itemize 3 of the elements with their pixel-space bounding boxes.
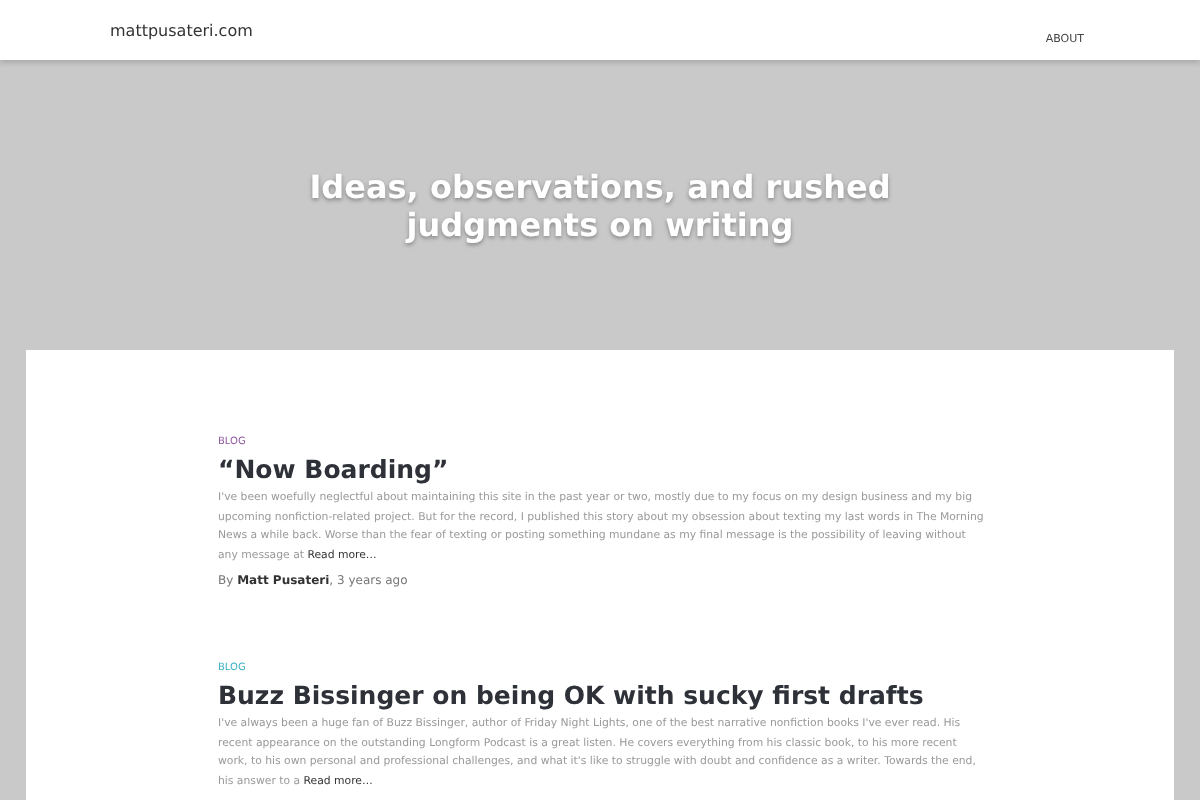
post-title[interactable]: Buzz Bissinger on being OK with sucky first drafts [218, 680, 984, 710]
post-title[interactable]: “Now Boarding” [218, 454, 984, 484]
site-title-link[interactable]: mattpusateri.com [110, 21, 253, 39]
